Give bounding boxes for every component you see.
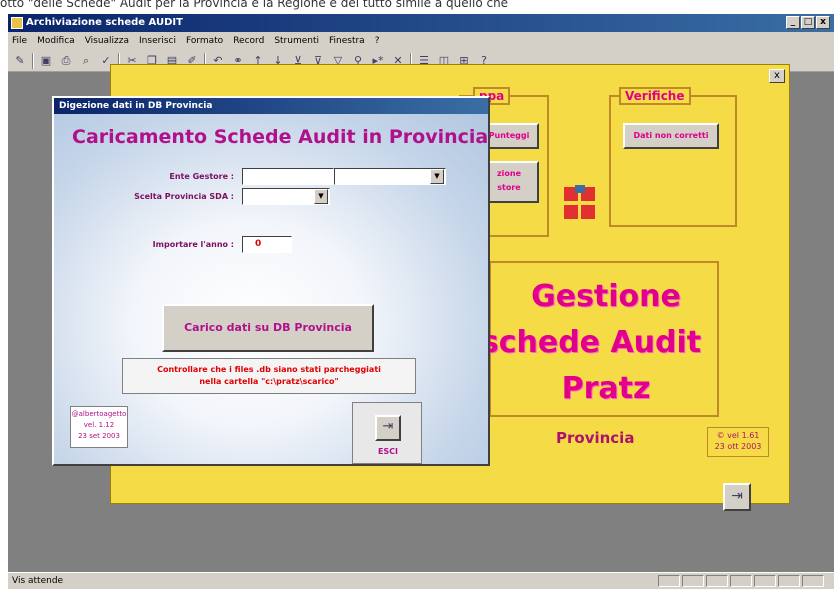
window-title: Archiviazione schede AUDIT bbox=[26, 17, 183, 28]
close-button[interactable]: x bbox=[816, 16, 830, 29]
author-version: vel. 1.12 bbox=[83, 421, 115, 429]
anno-input[interactable]: 0 bbox=[242, 236, 292, 253]
form-close-button[interactable]: x bbox=[769, 69, 785, 83]
save-icon[interactable]: ▣ bbox=[38, 53, 54, 69]
print-icon[interactable]: ⎙ bbox=[58, 53, 74, 69]
print-preview-icon[interactable]: ⌕ bbox=[78, 53, 94, 69]
menu-strumenti[interactable]: Strumenti bbox=[274, 32, 319, 50]
author-box: @albertoagetto vel. 1.12 23 set 2003 bbox=[70, 406, 128, 448]
menu-inserisci[interactable]: Inserisci bbox=[139, 32, 176, 50]
menu-formato[interactable]: Formato bbox=[186, 32, 223, 50]
status-cell bbox=[778, 575, 800, 587]
piemonte-flag-icon bbox=[564, 185, 596, 221]
minimize-button[interactable]: _ bbox=[786, 16, 800, 29]
dialog-heading: Caricamento Schede Audit in Provincia bbox=[72, 126, 488, 148]
title-line-schede-audit: schede Audit bbox=[480, 325, 702, 360]
menu-modifica[interactable]: Modifica bbox=[37, 32, 75, 50]
provincia-label: Provincia bbox=[556, 429, 635, 447]
version-date: 23 ott 2003 bbox=[714, 442, 762, 451]
dialog-body: Caricamento Schede Audit in Provincia En… bbox=[54, 114, 488, 464]
status-cell bbox=[754, 575, 776, 587]
esci-button[interactable]: ⇥ bbox=[375, 415, 401, 441]
esci-label: ESCI bbox=[377, 447, 399, 456]
scelta-provincia-dropdown-icon[interactable]: ▼ bbox=[314, 189, 328, 204]
verifiche-label: Verifiche bbox=[619, 87, 691, 105]
author-name: @albertoagetto bbox=[71, 410, 127, 418]
warning-box: Controllare che i files .db siano stati … bbox=[122, 358, 416, 394]
warning-line-1: Controllare che i files .db siano stati … bbox=[157, 365, 381, 374]
status-bar: Vis attende bbox=[8, 572, 834, 589]
maximize-button[interactable]: □ bbox=[801, 16, 815, 29]
menu-record[interactable]: Record bbox=[233, 32, 264, 50]
access-app-icon bbox=[11, 17, 23, 29]
menu-finestra[interactable]: Finestra bbox=[329, 32, 365, 50]
ente-gestore-dropdown-icon[interactable]: ▼ bbox=[430, 169, 444, 184]
menu-file[interactable]: File bbox=[12, 32, 27, 50]
import-dialog: Digezione dati in DB Provincia Caricamen… bbox=[52, 96, 490, 466]
esci-panel: ⇥ ESCI bbox=[352, 402, 422, 464]
version-number: © vel 1.61 bbox=[716, 431, 760, 440]
warning-line-2: nella cartella "c:\pratz\scarico" bbox=[199, 377, 339, 386]
status-cell bbox=[730, 575, 752, 587]
anno-label: Importare l'anno : bbox=[152, 240, 234, 249]
ente-gestore-label: Ente Gestore : bbox=[169, 172, 234, 181]
dati-non-corretti-button[interactable]: Dati non corretti bbox=[623, 123, 719, 149]
main-exit-button[interactable]: ⇥ bbox=[723, 483, 751, 511]
verifiche-frame bbox=[609, 95, 737, 227]
toolbar-separator bbox=[32, 52, 34, 69]
dialog-title: Digezione dati in DB Provincia bbox=[59, 101, 213, 111]
title-line-gestione: Gestione bbox=[531, 279, 681, 314]
status-cell bbox=[682, 575, 704, 587]
status-cell bbox=[706, 575, 728, 587]
exit-door-icon: ⇥ bbox=[731, 488, 743, 504]
carico-dati-button[interactable]: Carico dati su DB Provincia bbox=[162, 304, 374, 352]
ente-gestore-code-field[interactable] bbox=[242, 168, 334, 185]
author-date: 23 set 2003 bbox=[78, 432, 120, 440]
menu-bar: File Modifica Visualizza Inserisci Forma… bbox=[8, 32, 834, 50]
title-line-pratz: Pratz bbox=[561, 371, 651, 406]
status-cell bbox=[802, 575, 824, 587]
exit-door-icon: ⇥ bbox=[382, 419, 394, 434]
version-box: © vel 1.61 23 ott 2003 bbox=[707, 427, 769, 457]
scelta-provincia-label: Scelta Provincia SDA : bbox=[134, 192, 234, 201]
design-view-icon[interactable]: ✎ bbox=[12, 53, 28, 69]
menu-visualizza[interactable]: Visualizza bbox=[85, 32, 129, 50]
menu-help[interactable]: ? bbox=[375, 32, 380, 50]
dialog-titlebar: Digezione dati in DB Provincia bbox=[54, 98, 488, 114]
window-titlebar: Archiviazione schede AUDIT _ □ x bbox=[8, 14, 834, 32]
status-cell bbox=[658, 575, 680, 587]
status-text: Vis attende bbox=[12, 576, 64, 586]
